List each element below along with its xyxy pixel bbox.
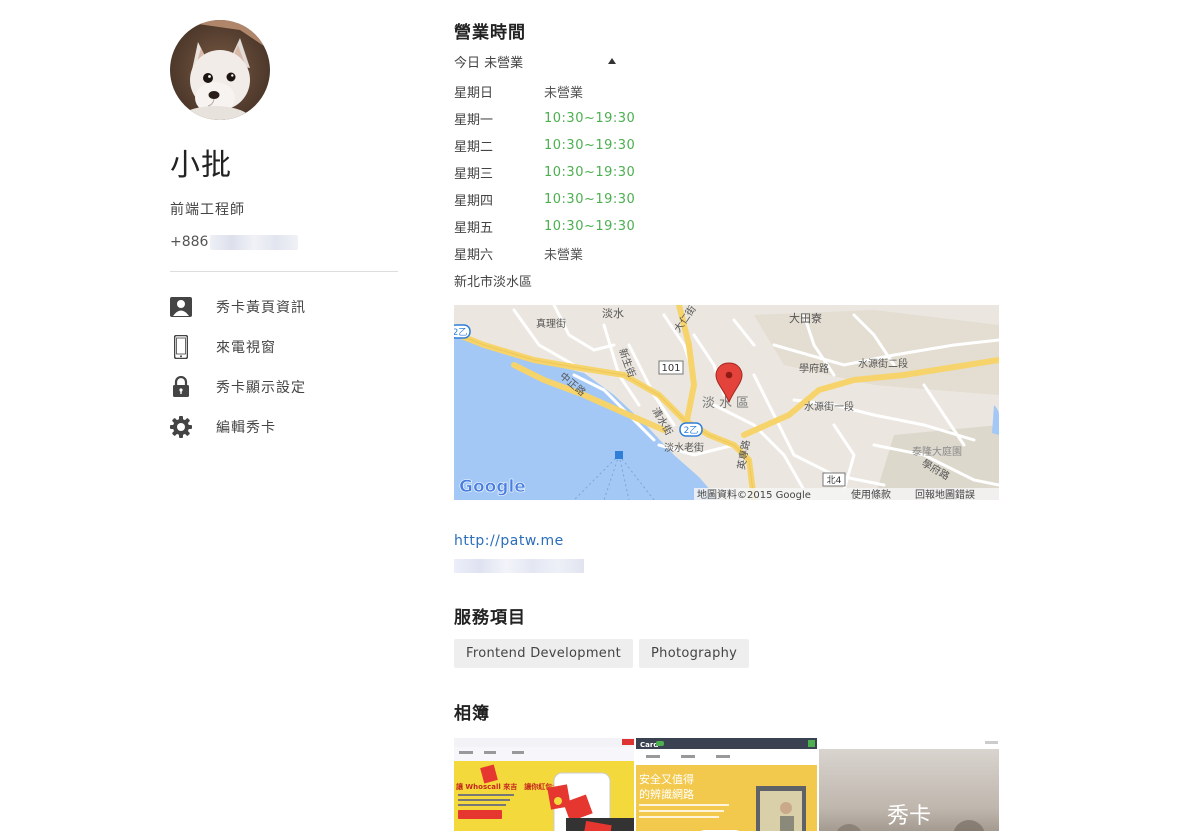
today-hours: 今日 未營業 xyxy=(454,52,523,71)
hours-day: 星期一 xyxy=(454,113,494,128)
map-label: 學府路 xyxy=(799,362,829,375)
hours-time: 10:30~19:30 xyxy=(544,219,636,234)
map-label: 水源街一段 xyxy=(804,400,854,413)
services-heading: 服務項目 xyxy=(454,608,526,628)
hours-heading: 營業時間 xyxy=(454,23,526,43)
service-tags: Frontend Development Photography xyxy=(454,639,999,668)
google-logo: Google xyxy=(459,477,526,497)
hours-row: 星期五 10:30~19:30 xyxy=(454,213,999,240)
map-label: 大田寮 xyxy=(789,311,822,325)
divider xyxy=(170,271,398,272)
menu-item-display-settings[interactable]: 秀卡顯示設定 xyxy=(170,367,398,407)
map-route-label: 101 xyxy=(661,363,680,374)
redacted-text xyxy=(454,559,584,573)
map-copyright: 地圖資料©2015 Google xyxy=(697,488,811,500)
menu-item-edit-card[interactable]: 編輯秀卡 xyxy=(170,407,398,447)
sidebar-menu: 秀卡黃頁資訊 來電視窗 秀卡顯示設定 編輯秀卡 xyxy=(170,287,398,447)
menu-label: 來電視窗 xyxy=(216,340,276,356)
map-route-label: 北4 xyxy=(827,475,842,486)
phone-prefix: +886 xyxy=(170,234,209,250)
avatar xyxy=(170,20,270,120)
hours-time: 10:30~19:30 xyxy=(544,165,636,180)
hours-day: 星期六 xyxy=(454,248,494,263)
map-route-label: 2乙 xyxy=(454,327,467,338)
caret-up-icon xyxy=(608,58,616,64)
profile-title: 前端工程師 xyxy=(170,202,245,218)
hours-row: 星期日 未營業 xyxy=(454,78,999,105)
hours-row: 星期三 10:30~19:30 xyxy=(454,159,999,186)
hours-time: 10:30~19:30 xyxy=(544,192,636,207)
profile-phone: +886 xyxy=(170,232,398,252)
map-terms-link[interactable]: 使用條款 xyxy=(851,488,891,500)
album-heading: 相簿 xyxy=(454,704,490,724)
map-label: 泰隆大庭園 xyxy=(912,445,962,458)
hours-row: 星期一 10:30~19:30 xyxy=(454,105,999,132)
today-status: 未營業 xyxy=(484,55,524,71)
hours-row: 星期六 未營業 xyxy=(454,240,999,267)
map-label: 淡水 xyxy=(602,307,624,320)
hours-time: 10:30~19:30 xyxy=(544,138,636,153)
hours-day: 星期二 xyxy=(454,140,494,155)
website-link[interactable]: http://patw.me xyxy=(454,533,999,549)
album-photo-caption: Card xyxy=(640,741,658,749)
menu-item-yellow-pages[interactable]: 秀卡黃頁資訊 xyxy=(170,287,398,327)
album-photo[interactable]: 秀卡 xyxy=(818,738,999,831)
menu-item-caller-window[interactable]: 來電視窗 xyxy=(170,327,398,367)
phone-number-redacted xyxy=(210,234,299,250)
map-label: 真理街 xyxy=(536,317,566,330)
hours-time: 未營業 xyxy=(544,248,584,263)
hours-day: 星期四 xyxy=(454,194,494,209)
album-photo[interactable]: 讓 Whoscall 來吉 讓你紅包大大發 xyxy=(454,738,635,831)
map-report-link[interactable]: 回報地圖錯誤 xyxy=(915,488,975,500)
hours-day: 星期三 xyxy=(454,167,494,182)
map-route-label: 2乙 xyxy=(684,425,699,436)
album-photo-caption: 秀卡 xyxy=(887,804,931,829)
phone-icon xyxy=(170,335,192,359)
menu-label: 秀卡顯示設定 xyxy=(216,380,306,396)
album-grid: 讓 Whoscall 來吉 讓你紅包大大發 Card 安全又值得 的辨識網路 秀… xyxy=(454,738,999,831)
profile-name: 小批 xyxy=(170,148,232,183)
menu-label: 編輯秀卡 xyxy=(216,420,276,436)
gear-icon xyxy=(170,416,192,438)
today-label: 今日 xyxy=(454,55,481,71)
lock-icon xyxy=(170,376,192,398)
contact-card-icon xyxy=(170,296,192,318)
hours-table: 星期日 未營業 星期一 10:30~19:30 星期二 10:30~19:30 星期三… xyxy=(454,78,999,267)
hours-day: 星期五 xyxy=(454,221,494,236)
profile-sidebar: 小批 前端工程師 +886 秀卡黃頁資訊 來電視窗 秀卡顯示設定 編輯秀卡 xyxy=(170,20,398,447)
album-photo[interactable]: Card 安全又值得 的辨識網路 xyxy=(636,738,817,831)
location-map[interactable]: 101 2乙 2乙 北4 淡水 大田寮 真理街 中正路 學府路 水源街二段 水源… xyxy=(454,305,999,500)
map-label: 淡水老街 xyxy=(664,441,704,454)
profile-content: 營業時間 今日 未營業 星期日 未營業 星期一 10:30~19:30 星期二 10:… xyxy=(454,20,999,831)
hours-day: 星期日 xyxy=(454,86,494,101)
hours-row: 星期四 10:30~19:30 xyxy=(454,186,999,213)
today-hours-toggle[interactable]: 今日 未營業 xyxy=(454,50,624,72)
album-photo-caption: 安全又值得 xyxy=(639,772,694,786)
service-tag-frontend[interactable]: Frontend Development xyxy=(454,639,634,668)
dog-photo-icon xyxy=(170,20,270,120)
hours-row: 星期二 10:30~19:30 xyxy=(454,132,999,159)
service-tag-photography[interactable]: Photography xyxy=(639,639,750,668)
hours-time: 未營業 xyxy=(544,86,584,101)
album-photo-caption: 的辨識網路 xyxy=(639,787,694,801)
map-label: 水源街二段 xyxy=(858,357,908,370)
address: 新北市淡水區 xyxy=(454,275,533,290)
hours-time: 10:30~19:30 xyxy=(544,111,636,126)
menu-label: 秀卡黃頁資訊 xyxy=(216,300,306,316)
